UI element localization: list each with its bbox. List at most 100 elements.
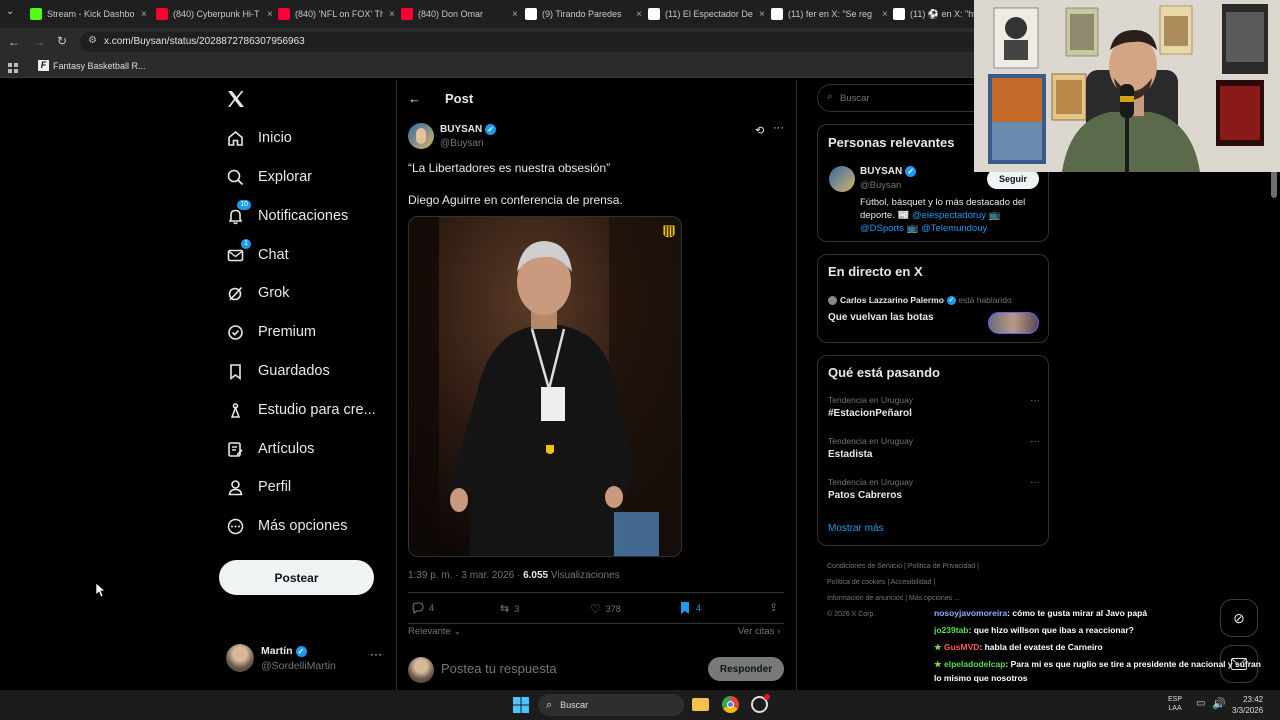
tab-close-icon[interactable]: × (882, 9, 888, 20)
account-name: Martín (261, 645, 293, 657)
browser-tab[interactable]: Stream - Kick Dashbo × (30, 4, 148, 24)
footer-more-options[interactable]: Más opciones ... (909, 595, 960, 602)
nav-item-inicio[interactable]: Inicio (225, 123, 292, 153)
reply-action[interactable]: 4 (411, 602, 434, 614)
author-handle[interactable]: @Buysan (440, 138, 484, 149)
site-info-icon[interactable]: ⚙ (88, 35, 97, 46)
footer-terms[interactable]: Condiciones de Servicio (827, 563, 902, 570)
nav-item-explorar[interactable]: Explorar (225, 162, 312, 192)
bio-link-telemundo[interactable]: @Telemundouy (921, 223, 987, 234)
articles-icon (225, 439, 245, 459)
trend-item[interactable]: Tendencia en Uruguay #EstacionPeñarol ··· (828, 395, 1040, 429)
page-scrollbar[interactable] (1271, 170, 1277, 198)
author-avatar[interactable] (408, 123, 434, 149)
post-image[interactable] (408, 216, 682, 557)
browser-tab[interactable]: (9) Tirando Paredes × (525, 4, 643, 24)
home-icon (225, 128, 245, 148)
tab-close-icon[interactable]: × (512, 9, 518, 20)
grok-explain-icon[interactable]: ⟲ (755, 124, 764, 137)
live-speakers-thumb[interactable] (988, 312, 1039, 334)
x-logo-icon[interactable] (226, 89, 246, 109)
nav-item-más-opciones[interactable]: Más opciones (225, 511, 347, 541)
post-button[interactable]: Postear (219, 560, 374, 595)
volume-icon[interactable]: 🔊 (1212, 697, 1226, 710)
like-action[interactable]: ♡ 378 (590, 602, 621, 616)
show-more-link[interactable]: Mostrar más (828, 523, 884, 534)
tray-lang[interactable]: ESP LAA (1168, 695, 1182, 713)
browser-tab[interactable]: (840) Cyberpunk Hi-T × (156, 4, 274, 24)
clock[interactable]: 23:42 3/3/2026 (1232, 694, 1263, 716)
browser-tab[interactable]: (840) Don Omar × (401, 4, 519, 24)
footer-ads-info[interactable]: Información de anuncios (827, 595, 903, 602)
post-timestamp[interactable]: 1:39 p. m. · 3 mar. 2026 · (408, 570, 523, 581)
nav-item-guardados[interactable]: Guardados (225, 356, 330, 386)
reply-button[interactable]: Responder (708, 657, 784, 681)
trend-item[interactable]: Tendencia en Uruguay Patos Cabreros ··· (828, 477, 1040, 511)
tab-close-icon[interactable]: × (267, 9, 273, 20)
nav-item-perfil[interactable]: Perfil (225, 472, 291, 502)
live-host-row[interactable]: Carlos Lazzarino Palermo ✓ está hablando (828, 295, 1012, 306)
network-icon[interactable]: ▭ (1196, 698, 1205, 709)
share-icon[interactable]: ⇪ (769, 601, 778, 614)
nav-item-label: Premium (258, 324, 317, 340)
tab-favicon-icon (771, 8, 783, 20)
relevant-avatar[interactable] (829, 166, 855, 192)
right-divider (796, 80, 797, 690)
browser-tab[interactable]: (11) El Espectador De × (648, 4, 766, 24)
bio-link-dsports[interactable]: @DSports (860, 223, 904, 234)
tab-close-icon[interactable]: × (759, 9, 765, 20)
account-more-icon[interactable]: ··· (370, 647, 382, 661)
view-quotes-link[interactable]: Ver citas › (738, 626, 780, 637)
trend-item[interactable]: Tendencia en Uruguay Estadista ··· (828, 436, 1040, 470)
browser-tab[interactable]: (11) fer en X: "Se reg × (771, 4, 889, 24)
tab-title: (840) 'NFL on FOX' Th (295, 9, 383, 19)
trend-more-icon[interactable]: ··· (1030, 477, 1040, 488)
tab-list-chevron-icon[interactable]: ⌄ (6, 6, 20, 20)
actions-divider (408, 623, 784, 624)
footer-privacy[interactable]: Política de Privacidad (908, 563, 975, 570)
browser-tab[interactable]: (840) 'NFL on FOX' Th × (278, 4, 396, 24)
bookmark-fantasy-basketball[interactable]: F Fantasy Basketball R... (38, 60, 146, 71)
reply-input[interactable]: Postea tu respuesta (441, 661, 557, 676)
nav-item-chat[interactable]: 1 Chat (225, 239, 289, 270)
nav-item-estudio-para-cre[interactable]: Estudio para cre... (225, 395, 376, 425)
tab-close-icon[interactable]: × (636, 9, 642, 20)
url-field[interactable]: ⚙ x.com/Buysan/status/202887278630795696… (80, 32, 980, 52)
trend-more-icon[interactable]: ··· (1030, 436, 1040, 447)
file-explorer-icon[interactable] (692, 698, 709, 711)
reply-icon (412, 602, 424, 614)
app-icon-recording[interactable] (751, 694, 770, 713)
sort-dropdown[interactable]: Relevante ⌄ (408, 626, 461, 637)
chrome-icon[interactable] (722, 696, 739, 713)
nav-item-notificaciones[interactable]: 10 Notificaciones (225, 200, 348, 231)
nav-item-grok[interactable]: Grok (225, 278, 289, 308)
windows-start-icon[interactable] (513, 697, 529, 713)
reload-icon[interactable]: ↻ (57, 34, 67, 48)
bookmark-action[interactable]: 4 (680, 602, 701, 614)
taskbar-search[interactable]: ⌕ Buscar (538, 694, 684, 716)
tab-close-icon[interactable]: × (389, 9, 395, 20)
nav-item-artículos[interactable]: Artículos (225, 434, 314, 464)
live-topic[interactable]: Que vuelvan las botas (828, 312, 934, 323)
forward-arrow-icon[interactable]: → (33, 35, 45, 49)
nav-item-label: Explorar (258, 169, 312, 185)
relevant-name[interactable]: BUYSAN (860, 166, 902, 177)
apps-grid-icon[interactable] (8, 60, 18, 73)
account-switcher[interactable]: Martín ✓ @SordelliMartin ··· (226, 643, 386, 675)
footer-cookies[interactable]: Política de cookies (827, 579, 885, 586)
author-name[interactable]: BUYSAN (440, 124, 482, 135)
post-more-icon[interactable]: ··· (773, 122, 784, 134)
repost-action[interactable]: ⇆ 3 (500, 602, 519, 615)
nav-item-premium[interactable]: Premium (225, 317, 316, 347)
grok-floating-button[interactable]: ⊘ (1220, 599, 1258, 637)
follow-button[interactable]: Seguir (987, 169, 1039, 189)
footer-accessibility[interactable]: Accesibilidad (891, 579, 932, 586)
post-meta: 1:39 p. m. · 3 mar. 2026 · 6.055 Visuali… (408, 570, 620, 581)
trend-more-icon[interactable]: ··· (1030, 395, 1040, 406)
nav-item-label: Artículos (258, 441, 315, 457)
back-arrow-icon[interactable]: ← (8, 35, 20, 49)
webcam-overlay (974, 0, 1280, 172)
bio-link-elespectador[interactable]: @elespectadoruy (912, 210, 986, 221)
back-arrow-icon[interactable]: ← (408, 91, 421, 106)
tab-close-icon[interactable]: × (141, 9, 147, 20)
